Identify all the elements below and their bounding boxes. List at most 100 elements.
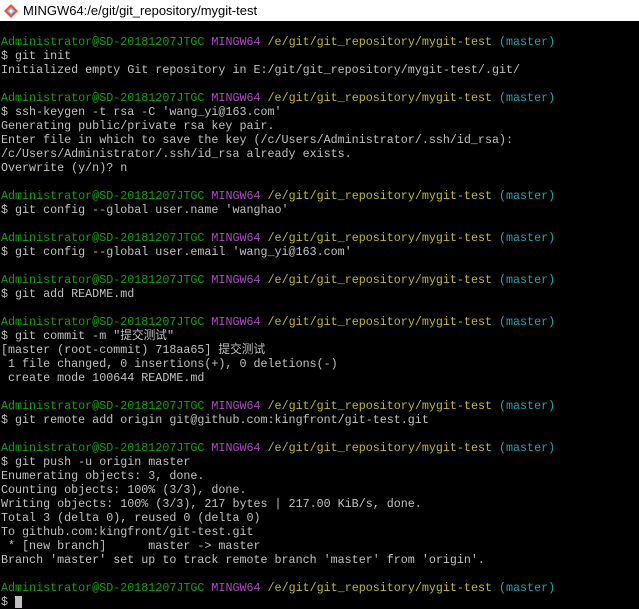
terminal-output[interactable]: Administrator@SD-20181207JTGC MINGW64 /e…	[0, 21, 639, 609]
output-line: $ git remote add origin git@github.com:k…	[1, 413, 639, 427]
line-text: [master (root-commit) 718aa65] 提交测试	[1, 343, 266, 357]
prompt-system: MINGW64	[211, 273, 261, 287]
line-text: Generating public/private rsa key pair.	[1, 119, 275, 133]
prompt-path: /e/git/git_repository/mygit-test	[267, 91, 492, 105]
output-line: $ git init	[1, 49, 639, 63]
prompt-path: /e/git/git_repository/mygit-test	[267, 189, 492, 203]
output-line: Generating public/private rsa key pair.	[1, 119, 639, 133]
prompt-user: Administrator@SD-20181207JTGC	[1, 399, 205, 413]
line-text: $ git push -u origin master	[1, 455, 191, 469]
output-line: Enter file in which to save the key (/c/…	[1, 133, 639, 147]
line-text: * [new branch] master -> master	[1, 539, 261, 553]
title-bar: MINGW64:/e/git/git_repository/mygit-test	[0, 0, 639, 21]
output-line: $ git push -u origin master	[1, 455, 639, 469]
line-text: $ git commit -m "提交测试"	[1, 329, 174, 343]
prompt-line: Administrator@SD-20181207JTGC MINGW64 /e…	[1, 189, 639, 203]
prompt-branch: (master)	[499, 581, 556, 595]
line-text: Enter file in which to save the key (/c/…	[1, 133, 513, 147]
line-text: Writing objects: 100% (3/3), 217 bytes |…	[1, 497, 422, 511]
line-text: $	[1, 595, 16, 609]
line-text: Initialized empty Git repository in E:/g…	[1, 63, 521, 77]
output-line: Overwrite (y/n)? n	[1, 161, 639, 175]
line-text: Total 3 (delta 0), reused 0 (delta 0)	[1, 511, 261, 525]
output-line: 1 file changed, 0 insertions(+), 0 delet…	[1, 357, 639, 371]
output-line: $ git config --global user.email 'wang_y…	[1, 245, 639, 259]
output-line: Writing objects: 100% (3/3), 217 bytes |…	[1, 497, 639, 511]
prompt-branch: (master)	[499, 399, 556, 413]
output-line: Initialized empty Git repository in E:/g…	[1, 63, 639, 77]
output-line: Total 3 (delta 0), reused 0 (delta 0)	[1, 511, 639, 525]
prompt-path: /e/git/git_repository/mygit-test	[267, 399, 492, 413]
prompt-system: MINGW64	[211, 35, 261, 49]
prompt-line: Administrator@SD-20181207JTGC MINGW64 /e…	[1, 581, 639, 595]
line-text: To github.com:kingfront/git-test.git	[1, 525, 254, 539]
prompt-user: Administrator@SD-20181207JTGC	[1, 441, 205, 455]
output-line: /c/Users/Administrator/.ssh/id_rsa alrea…	[1, 147, 639, 161]
line-text: 1 file changed, 0 insertions(+), 0 delet…	[1, 357, 338, 371]
prompt-user: Administrator@SD-20181207JTGC	[1, 91, 205, 105]
prompt-system: MINGW64	[211, 315, 261, 329]
line-text: Enumerating objects: 3, done.	[1, 469, 205, 483]
prompt-path: /e/git/git_repository/mygit-test	[267, 315, 492, 329]
output-line: * [new branch] master -> master	[1, 539, 639, 553]
prompt-path: /e/git/git_repository/mygit-test	[267, 231, 492, 245]
prompt-user: Administrator@SD-20181207JTGC	[1, 35, 205, 49]
prompt-line: Administrator@SD-20181207JTGC MINGW64 /e…	[1, 35, 639, 49]
prompt-branch: (master)	[499, 315, 556, 329]
prompt-branch: (master)	[499, 273, 556, 287]
output-line: $ git config --global user.name 'wanghao…	[1, 203, 639, 217]
prompt-path: /e/git/git_repository/mygit-test	[267, 35, 492, 49]
prompt-line: Administrator@SD-20181207JTGC MINGW64 /e…	[1, 231, 639, 245]
prompt-system: MINGW64	[211, 581, 261, 595]
prompt-system: MINGW64	[211, 231, 261, 245]
prompt-user: Administrator@SD-20181207JTGC	[1, 315, 205, 329]
prompt-line: Administrator@SD-20181207JTGC MINGW64 /e…	[1, 91, 639, 105]
prompt-user: Administrator@SD-20181207JTGC	[1, 231, 205, 245]
prompt-line: Administrator@SD-20181207JTGC MINGW64 /e…	[1, 441, 639, 455]
prompt-user: Administrator@SD-20181207JTGC	[1, 581, 205, 595]
line-text: Counting objects: 100% (3/3), done.	[1, 483, 247, 497]
line-text: $ git config --global user.email 'wang_y…	[1, 245, 352, 259]
output-line: Counting objects: 100% (3/3), done.	[1, 483, 639, 497]
prompt-branch: (master)	[499, 91, 556, 105]
prompt-branch: (master)	[499, 35, 556, 49]
prompt-path: /e/git/git_repository/mygit-test	[267, 581, 492, 595]
prompt-path: /e/git/git_repository/mygit-test	[267, 273, 492, 287]
text-cursor	[15, 595, 23, 608]
output-line: $ git commit -m "提交测试"	[1, 329, 639, 343]
line-text: Overwrite (y/n)? n	[1, 161, 128, 175]
line-text: $ ssh-keygen -t rsa -C 'wang_yi@163.com'	[1, 105, 282, 119]
prompt-system: MINGW64	[211, 189, 261, 203]
git-bash-logo-icon	[4, 3, 18, 18]
prompt-line: Administrator@SD-20181207JTGC MINGW64 /e…	[1, 273, 639, 287]
output-line: Branch 'master' set up to track remote b…	[1, 553, 639, 567]
window-title: MINGW64:/e/git/git_repository/mygit-test	[23, 3, 258, 18]
line-text: Branch 'master' set up to track remote b…	[1, 553, 485, 567]
line-text: $ git config --global user.name 'wanghao…	[1, 203, 289, 217]
prompt-user: Administrator@SD-20181207JTGC	[1, 273, 205, 287]
prompt-line: Administrator@SD-20181207JTGC MINGW64 /e…	[1, 315, 639, 329]
line-text: $ git add README.md	[1, 287, 135, 301]
prompt-branch: (master)	[499, 189, 556, 203]
prompt-system: MINGW64	[211, 91, 261, 105]
output-line: [master (root-commit) 718aa65] 提交测试	[1, 343, 639, 357]
line-text: /c/Users/Administrator/.ssh/id_rsa alrea…	[1, 147, 352, 161]
line-text: $ git init	[1, 49, 72, 63]
output-line: $	[1, 595, 639, 609]
line-text: create mode 100644 README.md	[1, 371, 205, 385]
output-line: $ git add README.md	[1, 287, 639, 301]
prompt-branch: (master)	[499, 231, 556, 245]
output-line: $ ssh-keygen -t rsa -C 'wang_yi@163.com'	[1, 105, 639, 119]
output-line: create mode 100644 README.md	[1, 371, 639, 385]
output-line: Enumerating objects: 3, done.	[1, 469, 639, 483]
prompt-user: Administrator@SD-20181207JTGC	[1, 189, 205, 203]
prompt-system: MINGW64	[211, 441, 261, 455]
